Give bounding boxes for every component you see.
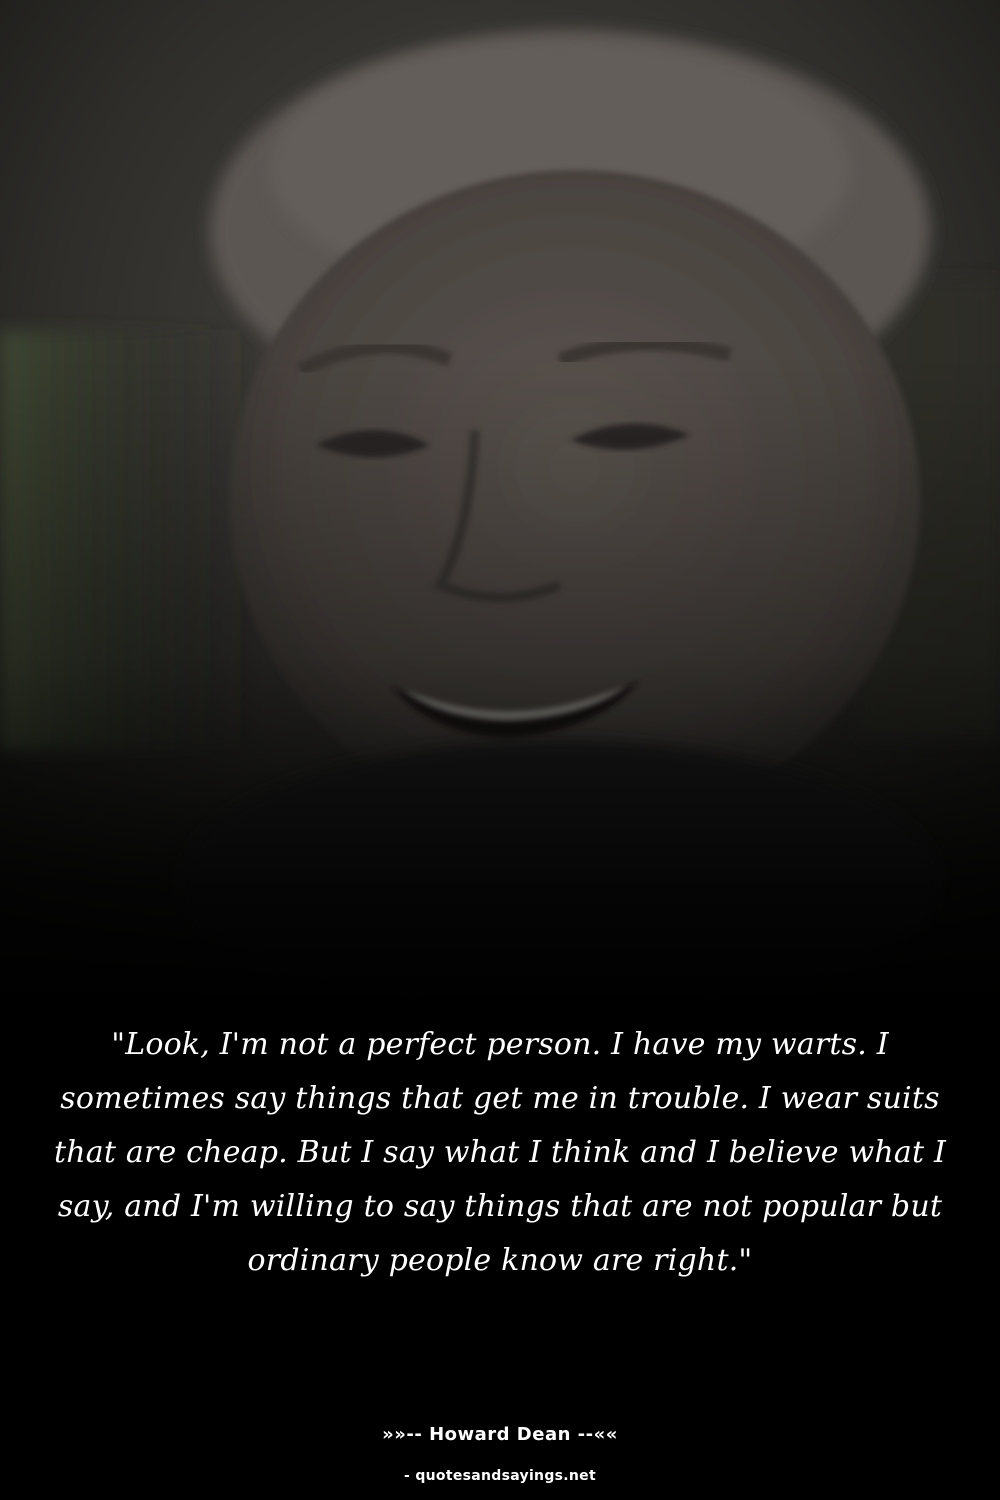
author-attribution: »»-- Howard Dean --«« [382,1424,618,1445]
quote-text: "Look, I'm not a perfect person. I have … [54,1027,946,1278]
photo-fade-overlay [0,0,1000,1010]
source-credit: - quotesandsayings.net [404,1468,596,1484]
quote-card: "Look, I'm not a perfect person. I have … [0,0,1000,1500]
